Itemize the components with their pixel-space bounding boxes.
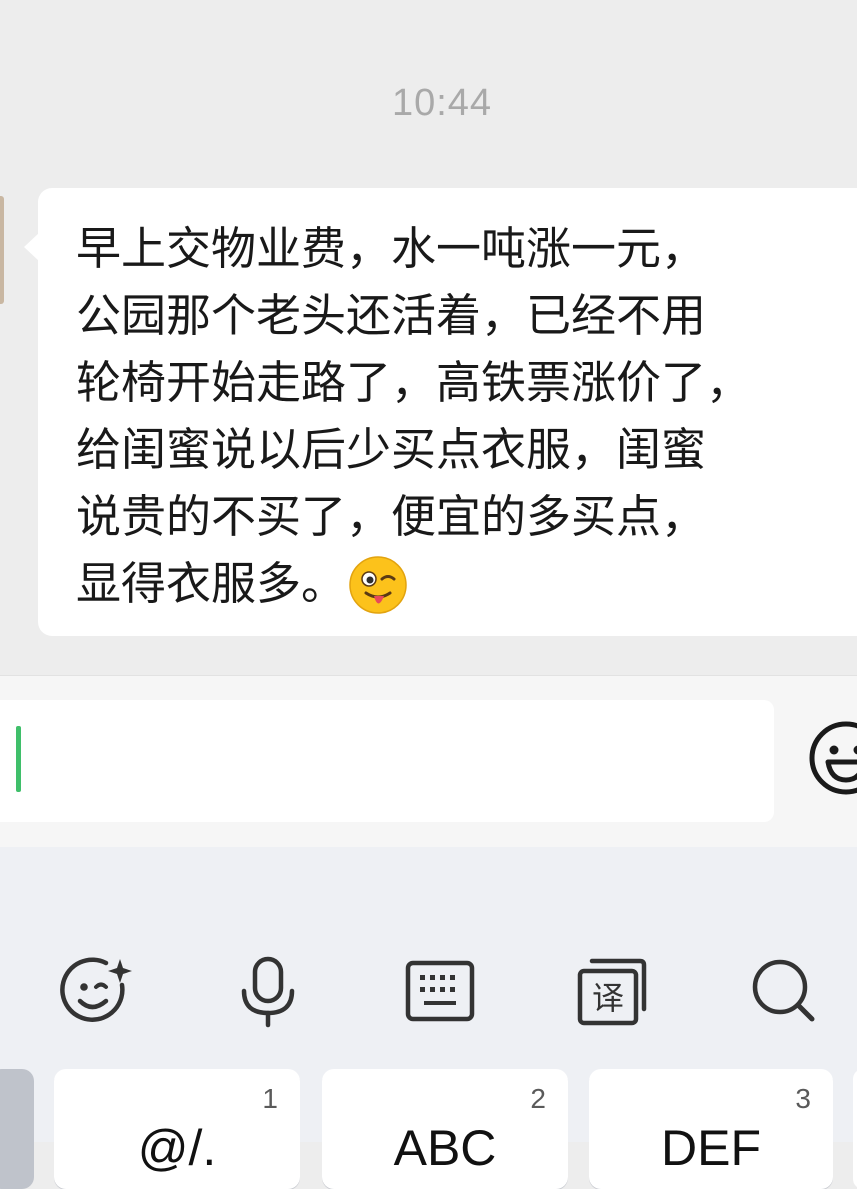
message-line: 公园那个老头还活着，已经不用 <box>76 282 846 349</box>
message-input[interactable] <box>0 700 774 822</box>
key-number: 3 <box>795 1083 811 1115</box>
message-line: 显得衣服多。 <box>76 557 346 610</box>
key-3[interactable]: 3 DEF <box>589 1069 833 1189</box>
winking-tongue-emoji-icon <box>348 555 408 615</box>
text-caret <box>16 726 21 792</box>
key-label: DEF <box>589 1119 833 1177</box>
key-label: ABC <box>322 1119 568 1177</box>
smiley-icon[interactable] <box>806 718 857 798</box>
keyboard: 译 1 @/. 2 ABC 3 DEF <box>0 847 857 1142</box>
key-partial-left[interactable] <box>0 1069 34 1189</box>
key-number: 1 <box>262 1083 278 1115</box>
microphone-icon[interactable] <box>228 951 308 1031</box>
message-line: 轮椅开始走路了，高铁票涨价了， <box>76 349 846 416</box>
emoji-sparkle-icon[interactable] <box>56 951 136 1031</box>
message-text: 早上交物业费，水一吨涨一元， 公园那个老头还活着，已经不用 轮椅开始走路了，高铁… <box>76 215 846 617</box>
svg-text:译: 译 <box>592 979 624 1017</box>
chat-area: 10:44 早上交物业费，水一吨涨一元， 公园那个老头还活着，已经不用 轮椅开始… <box>0 0 857 675</box>
search-icon[interactable] <box>744 951 824 1031</box>
input-bar <box>0 675 857 848</box>
key-partial-right[interactable] <box>853 1069 857 1189</box>
message-line-last: 显得衣服多。 <box>76 550 846 617</box>
message-line: 说贵的不买了，便宜的多买点， <box>76 483 846 550</box>
message-timestamp: 10:44 <box>0 82 857 125</box>
avatar[interactable] <box>0 196 4 304</box>
key-number: 2 <box>530 1083 546 1115</box>
translate-icon[interactable]: 译 <box>572 951 652 1031</box>
key-label: @/. <box>54 1119 300 1177</box>
message-line: 早上交物业费，水一吨涨一元， <box>76 215 846 282</box>
key-2[interactable]: 2 ABC <box>322 1069 568 1189</box>
key-1[interactable]: 1 @/. <box>54 1069 300 1189</box>
message-line: 给闺蜜说以后少买点衣服，闺蜜 <box>76 416 846 483</box>
keyboard-icon[interactable] <box>400 951 480 1031</box>
